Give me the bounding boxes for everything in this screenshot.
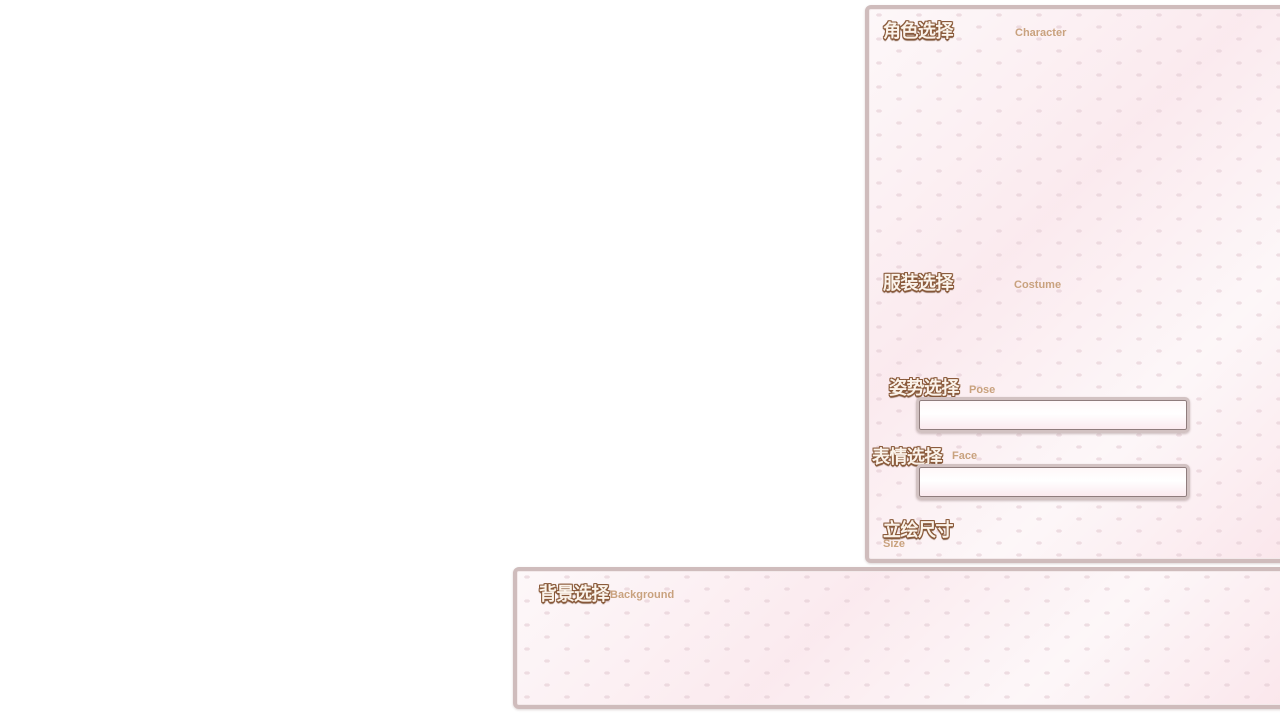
character-list-area[interactable] (881, 49, 1280, 264)
background-section-subtitle: Background (610, 589, 675, 601)
pose-select[interactable] (916, 397, 1190, 433)
pose-section-subtitle: Pose (969, 384, 996, 396)
character-section-title: 角色选择 (883, 21, 954, 42)
background-settings-panel: 背景选择 Background (513, 567, 1280, 709)
character-settings-panel: 角色选择 Character 服装选择 Costume 姿势选择 Pose 表情… (865, 5, 1280, 563)
background-section-title: 背景选择 (539, 584, 610, 605)
costume-section-title: 服装选择 (883, 273, 954, 294)
face-section-subtitle: Face (952, 450, 978, 462)
size-section-subtitle: Size (883, 538, 906, 550)
costume-section-subtitle: Costume (1014, 279, 1062, 291)
costume-list-area[interactable] (881, 301, 1280, 371)
face-select[interactable] (916, 464, 1190, 500)
background-list-area[interactable] (529, 609, 1279, 704)
character-section-subtitle: Character (1015, 27, 1067, 39)
